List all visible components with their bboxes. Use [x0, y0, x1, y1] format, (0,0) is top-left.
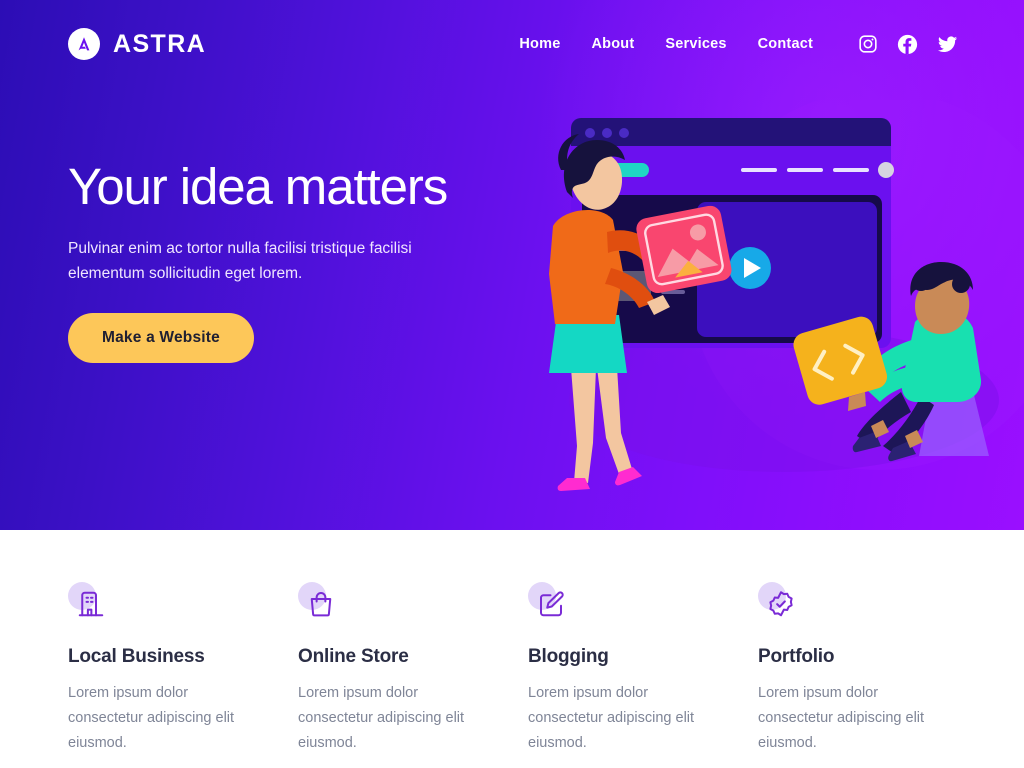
hero-subtitle: Pulvinar enim ac tortor nulla facilisi t…: [68, 240, 412, 283]
team-building-website-illustration: [549, 100, 1024, 530]
features-section: Local Business Lorem ipsum dolor consect…: [0, 530, 1024, 768]
twitter-icon[interactable]: [937, 34, 958, 55]
feature-title: Local Business: [68, 646, 205, 667]
feature-title: Blogging: [528, 646, 609, 667]
nav-item-about[interactable]: About: [591, 36, 634, 52]
feature-card-local-business: Local Business Lorem ipsum dolor consect…: [68, 582, 266, 768]
nav-item-contact[interactable]: Contact: [758, 36, 813, 52]
hero-section: ASTRA Home About Services Contact Your i…: [0, 0, 1024, 530]
facebook-icon[interactable]: [897, 34, 918, 55]
hero-title: Your idea matters: [68, 158, 448, 215]
feature-title: Online Store: [298, 646, 409, 667]
brand-name: ASTRA: [113, 29, 207, 58]
verified-badge-icon: [758, 582, 804, 624]
feature-title: Portfolio: [758, 646, 835, 667]
nav-item-services[interactable]: Services: [665, 36, 726, 52]
nav-item-home[interactable]: Home: [519, 36, 560, 52]
feature-text: Lorem ipsum dolor consectetur adipiscing…: [528, 685, 695, 751]
hero-copy: Your idea matters Pulvinar enim ac torto…: [68, 158, 538, 364]
feature-card-portfolio: Portfolio Lorem ipsum dolor consectetur …: [758, 582, 956, 768]
shopping-bag-icon: [298, 582, 344, 624]
make-a-website-button[interactable]: Make a Website: [68, 313, 254, 364]
building-icon: [68, 582, 114, 624]
primary-navigation: Home About Services Contact: [519, 34, 958, 55]
feature-card-blogging: Blogging Lorem ipsum dolor consectetur a…: [528, 582, 726, 768]
feature-card-online-store: Online Store Lorem ipsum dolor consectet…: [298, 582, 496, 768]
brand-logo[interactable]: ASTRA: [68, 28, 206, 60]
video-play-button: [729, 247, 771, 289]
social-links: [858, 34, 958, 55]
feature-text: Lorem ipsum dolor consectetur adipiscing…: [298, 685, 465, 751]
site-header: ASTRA Home About Services Contact: [0, 0, 1024, 88]
feature-text: Lorem ipsum dolor consectetur adipiscing…: [68, 685, 235, 751]
feature-text: Lorem ipsum dolor consectetur adipiscing…: [758, 685, 925, 751]
nav-links: Home About Services Contact: [519, 36, 813, 52]
astra-logo-icon: [68, 28, 100, 60]
edit-pencil-icon: [528, 582, 574, 624]
instagram-icon[interactable]: [858, 34, 878, 54]
